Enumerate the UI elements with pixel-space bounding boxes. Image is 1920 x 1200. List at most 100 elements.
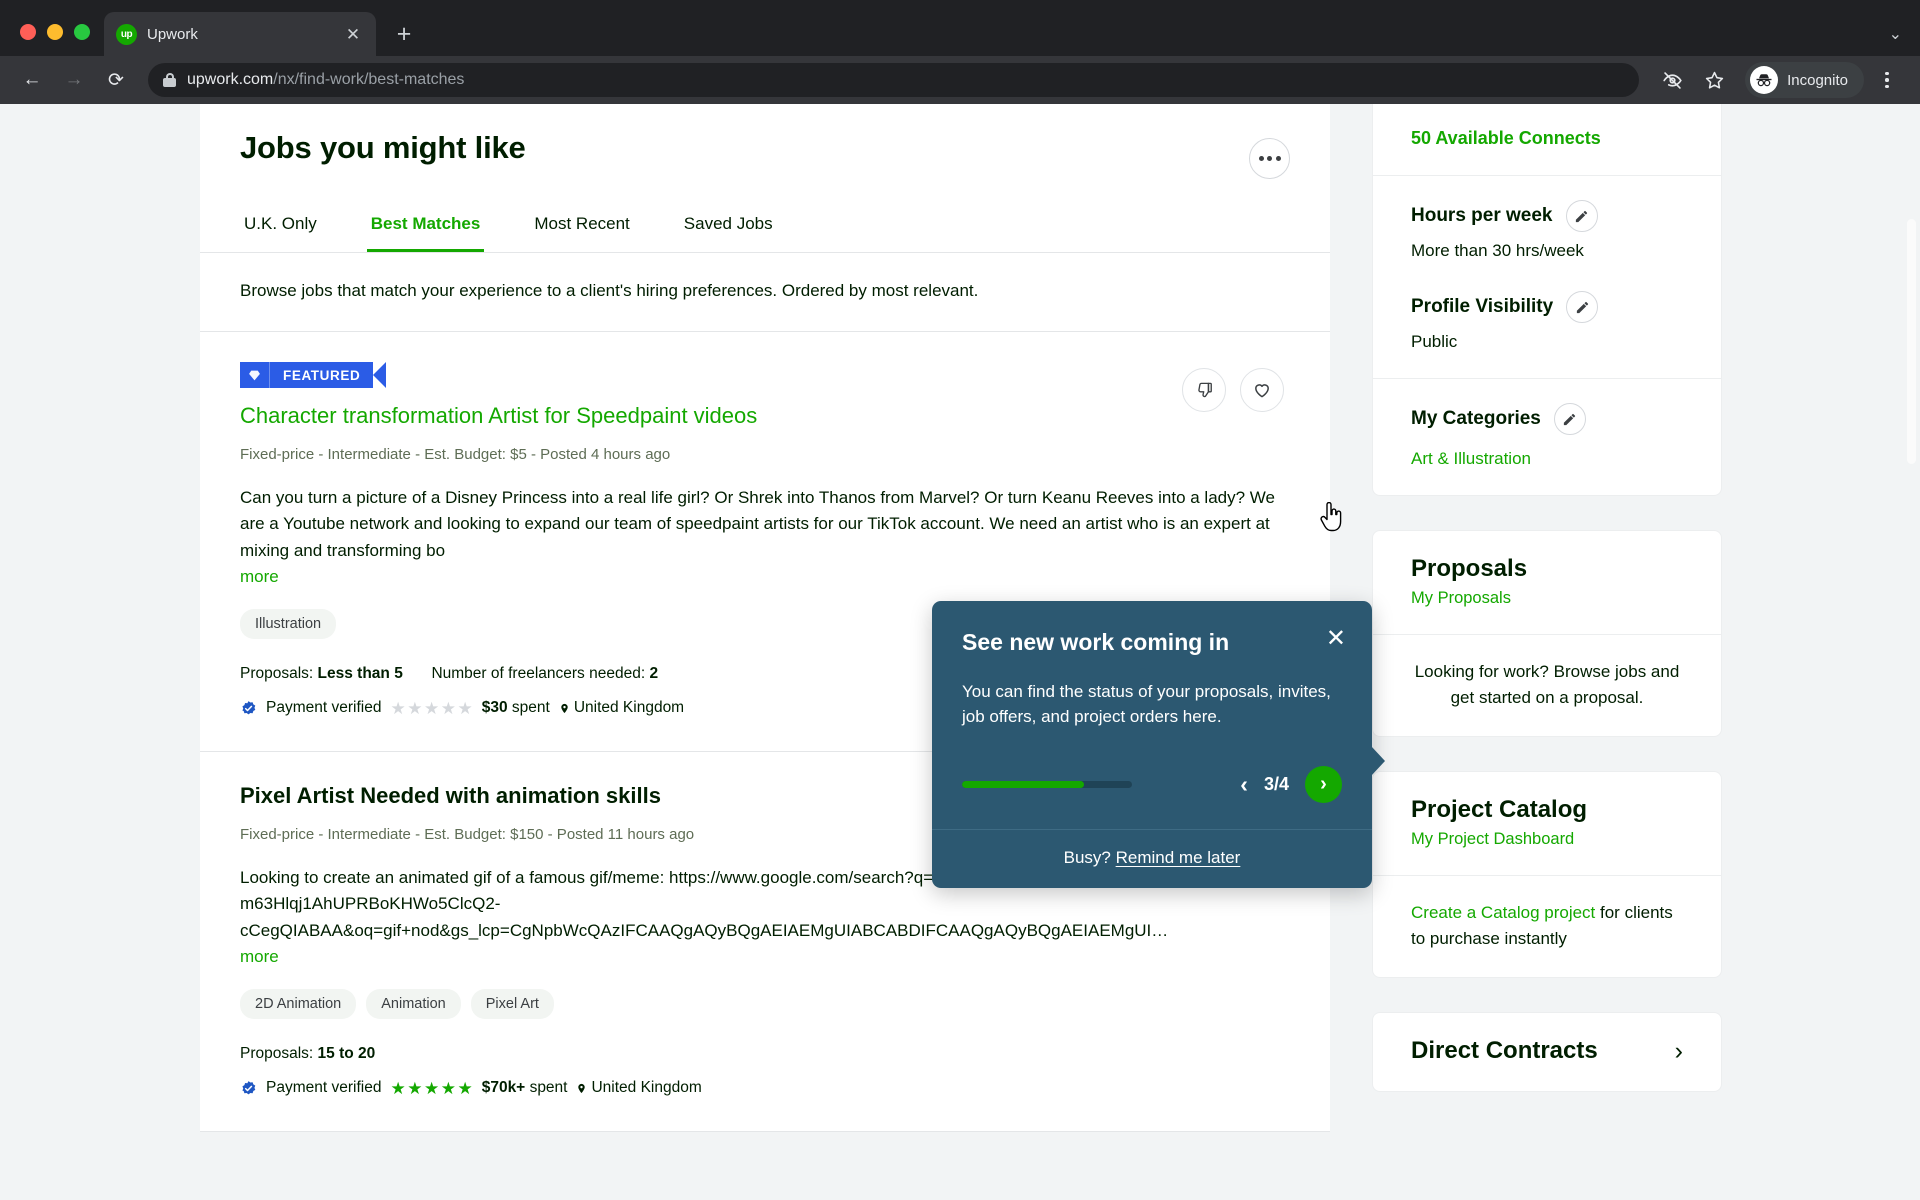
panel-header: Jobs you might like: [200, 104, 1330, 179]
pencil-icon[interactable]: [1553, 403, 1586, 435]
toolbar-right-controls: Incognito: [1653, 61, 1906, 99]
close-window-button[interactable]: [20, 24, 36, 40]
reload-button[interactable]: ⟳: [98, 62, 134, 98]
payment-verified-icon: [240, 700, 257, 717]
categories-section: My Categories Art & Illustration: [1373, 378, 1721, 495]
hide-tracking-icon[interactable]: [1653, 61, 1691, 99]
close-icon[interactable]: ✕: [342, 23, 364, 45]
window-controls: [14, 24, 104, 56]
bookmark-star-icon[interactable]: [1695, 61, 1733, 99]
client-rating-stars: ★ ★ ★ ★ ★: [390, 1078, 473, 1098]
tab-best-matches[interactable]: Best Matches: [366, 205, 485, 252]
location-pin-icon: [561, 703, 568, 713]
incognito-icon: [1750, 66, 1779, 94]
spent-label: spent: [511, 699, 550, 717]
close-icon[interactable]: ✕: [1326, 627, 1346, 651]
catalog-cta-text: Create a Catalog project for clients to …: [1411, 900, 1683, 951]
hours-per-week-label: Hours per week: [1411, 205, 1553, 226]
proposals-value: 15 to 20: [317, 1045, 376, 1063]
proposals-body: Looking for work? Browse jobs and get st…: [1373, 634, 1721, 736]
create-catalog-project-link[interactable]: Create a Catalog project: [1411, 903, 1595, 922]
client-spent: $70k+ spent: [482, 1079, 568, 1097]
direct-contracts-row[interactable]: Direct Contracts ›: [1373, 1013, 1721, 1091]
direct-contracts-card[interactable]: Direct Contracts ›: [1372, 1012, 1722, 1092]
incognito-label: Incognito: [1787, 71, 1848, 89]
tooltip-title: See new work coming in: [962, 629, 1230, 655]
sidebar: 50 Available Connects Hours per week Mor…: [1372, 104, 1722, 1132]
chevron-down-icon[interactable]: ⌄: [1889, 24, 1902, 44]
address-bar[interactable]: upwork.com/nx/find-work/best-matches: [148, 63, 1640, 97]
proposals-card: Proposals My Proposals Looking for work?…: [1372, 530, 1722, 737]
maximize-window-button[interactable]: [74, 24, 90, 40]
pencil-icon[interactable]: [1566, 291, 1599, 323]
tooltip-body: See new work coming in ✕ You can find th…: [932, 601, 1372, 829]
minimize-window-button[interactable]: [47, 24, 63, 40]
url-path: /nx/find-work/best-matches: [273, 71, 465, 88]
page-title: Jobs you might like: [240, 130, 526, 165]
profile-visibility-label: Profile Visibility: [1411, 296, 1554, 317]
available-connects[interactable]: 50 Available Connects: [1411, 128, 1683, 149]
tab-saved-jobs[interactable]: Saved Jobs: [680, 205, 777, 252]
tooltip-prev-button[interactable]: ‹: [1240, 772, 1248, 796]
browser-menu-button[interactable]: [1868, 61, 1906, 99]
remind-me-later-link[interactable]: Remind me later: [1116, 848, 1241, 867]
tab-strip: up Upwork ✕ + ⌄: [0, 0, 1920, 56]
spent-amount: $70k+: [481, 1079, 526, 1097]
job-client-info: Payment verified ★ ★ ★ ★ ★ $70k+ spent Unite…: [240, 1079, 1290, 1097]
my-categories-label: My Categories: [1411, 408, 1541, 429]
tab-uk-only[interactable]: U.K. Only: [240, 205, 321, 252]
url-text: upwork.com/nx/find-work/best-matches: [187, 71, 464, 89]
dislike-job-button[interactable]: [1182, 368, 1226, 412]
kebab-icon: [1885, 71, 1889, 89]
proposals-value: Less than 5: [317, 665, 403, 683]
tooltip-text: You can find the status of your proposal…: [962, 681, 1331, 727]
job-more-link[interactable]: more: [240, 567, 279, 587]
featured-label: FEATURED: [283, 367, 361, 383]
job-tag[interactable]: 2D Animation: [240, 989, 357, 1020]
new-tab-button[interactable]: +: [386, 16, 422, 52]
panel-more-button[interactable]: [1249, 138, 1290, 179]
profile-visibility-row: Profile Visibility: [1411, 291, 1683, 323]
tooltip-controls: ‹ 3/4 ›: [1240, 765, 1342, 803]
job-meta: Fixed-price - Intermediate - Est. Budget…: [240, 445, 671, 463]
chevron-right-icon[interactable]: ›: [1675, 1038, 1683, 1064]
browser-tab-upwork[interactable]: up Upwork ✕: [104, 12, 376, 56]
location-pin-icon: [578, 1083, 586, 1093]
freelancers-label: Number of freelancers needed:: [431, 665, 646, 683]
location-label: United Kingdom: [591, 1079, 702, 1097]
job-tag[interactable]: Animation: [366, 989, 461, 1020]
tooltip-next-button[interactable]: ›: [1305, 765, 1342, 803]
forward-button[interactable]: →: [56, 62, 92, 98]
incognito-profile-button[interactable]: Incognito: [1745, 62, 1864, 98]
pencil-icon[interactable]: [1565, 200, 1598, 232]
my-proposals-link[interactable]: My Proposals: [1411, 589, 1511, 607]
proposals-title: Proposals: [1411, 555, 1528, 582]
job-tag[interactable]: Illustration: [240, 609, 337, 640]
tab-most-recent[interactable]: Most Recent: [530, 205, 633, 252]
payment-verified-label: Payment verified: [266, 699, 382, 717]
upwork-favicon-icon: up: [116, 23, 137, 45]
tab-title: Upwork: [147, 25, 198, 43]
location-label: United Kingdom: [573, 699, 685, 717]
client-location: United Kingdom: [576, 1079, 702, 1097]
my-categories-row: My Categories: [1411, 403, 1683, 435]
profile-settings-card: 50 Available Connects Hours per week Mor…: [1372, 104, 1722, 496]
payment-verified-icon: [240, 1080, 257, 1097]
job-more-link[interactable]: more: [240, 947, 279, 967]
page-scrollbar[interactable]: [1907, 219, 1916, 464]
project-catalog-title: Project Catalog: [1411, 796, 1588, 823]
my-project-dashboard-link[interactable]: My Project Dashboard: [1411, 830, 1574, 848]
job-description: Can you turn a picture of a Disney Princ…: [240, 487, 1275, 561]
client-rating-stars: ★ ★ ★ ★ ★: [390, 698, 473, 718]
tooltip-navigation: ‹ 3/4 ›: [962, 765, 1342, 803]
proposals-header: Proposals My Proposals: [1373, 531, 1721, 634]
back-button[interactable]: ←: [14, 62, 50, 98]
job-proposal-stats: Proposals: 15 to 20: [240, 1045, 1290, 1063]
tooltip-step-counter: 3/4: [1263, 773, 1289, 794]
save-job-heart-button[interactable]: [1240, 368, 1284, 412]
tabstrip-right-controls: ⌄: [1889, 24, 1920, 56]
spent-amount: $30: [481, 699, 508, 717]
job-tag[interactable]: Pixel Art: [470, 989, 554, 1020]
category-link[interactable]: Art & Illustration: [1411, 449, 1683, 469]
job-title-link[interactable]: Character transformation Artist for Spee…: [240, 402, 1290, 430]
